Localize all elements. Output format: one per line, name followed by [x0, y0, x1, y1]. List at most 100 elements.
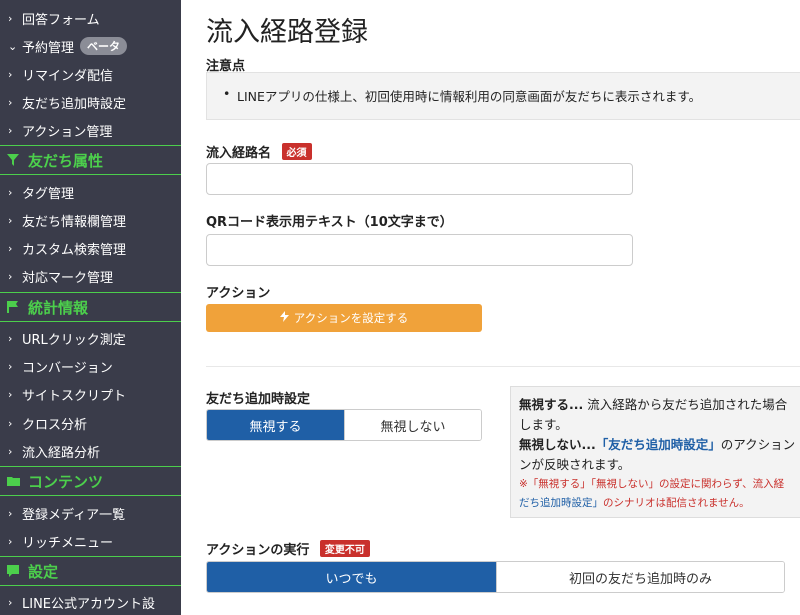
chat-icon: [6, 564, 28, 578]
chevron-right-icon: ›: [8, 534, 13, 548]
sidebar-item-friend-info-fields[interactable]: › 友だち情報欄管理: [0, 206, 181, 234]
first-add-only-option[interactable]: 初回の友だち追加時のみ: [496, 562, 784, 592]
chevron-right-icon: ›: [8, 11, 13, 25]
friend-add-settings-link[interactable]: 「友だち追加時設定」: [596, 437, 721, 452]
chevron-right-icon: ›: [8, 269, 13, 283]
info-note-2: のシナリオは配信されません。: [603, 497, 750, 509]
route-name-input[interactable]: [206, 163, 633, 195]
chevron-right-icon: ›: [8, 416, 13, 430]
sidebar-item-rich-menu[interactable]: › リッチメニュー: [0, 527, 181, 555]
sidebar-item-reminder[interactable]: › リマインダ配信: [0, 60, 181, 88]
beta-badge: ベータ: [80, 37, 128, 55]
flag-icon: [6, 300, 28, 314]
info-box: 無視する... 流入経路から友だち追加された場合 します。 無視しない...「友…: [510, 386, 800, 518]
chevron-right-icon: ›: [8, 444, 13, 458]
sidebar-section-label: コンテンツ: [28, 472, 104, 491]
info-note: ※「無視する」「無視しない」の設定に関わらず、流入経: [519, 478, 785, 490]
sidebar-item-label: 予約管理: [22, 40, 75, 56]
dont-ignore-option[interactable]: 無視しない: [344, 410, 481, 440]
chevron-right-icon: ›: [8, 95, 13, 109]
set-action-button-label: アクションを設定する: [293, 311, 409, 325]
sidebar-item-cross-analysis[interactable]: › クロス分析: [0, 409, 181, 437]
sidebar-item-label: アクション管理: [22, 124, 113, 140]
divider: [206, 366, 800, 367]
info-dont-ignore-title: 無視しない...: [519, 437, 596, 452]
sidebar-item-label: 回答フォーム: [22, 12, 100, 28]
sidebar-item-label: LINE公式アカウント設: [22, 596, 156, 612]
sidebar-item-line-account-settings[interactable]: › LINE公式アカウント設: [0, 588, 181, 615]
info-dont-ignore-text-2: ンが反映されます。: [519, 457, 631, 472]
sidebar: › 回答フォーム ⌄ 予約管理 ベータ › リマインダ配信 › 友だち追加時設定…: [0, 0, 181, 615]
sidebar-item-label: サイトスクリプト: [22, 388, 127, 404]
qr-text-label: QRコード表示用テキスト（10文字まで）: [206, 215, 453, 230]
sidebar-item-media-list[interactable]: › 登録メディア一覧: [0, 499, 181, 527]
sidebar-item-label: 流入経路分析: [22, 445, 101, 461]
sidebar-section-settings[interactable]: 設定: [0, 556, 181, 586]
sidebar-item-label: 登録メディア一覧: [22, 507, 126, 523]
required-badge: 必須: [281, 143, 312, 160]
sidebar-item-reservation[interactable]: ⌄ 予約管理 ベータ: [0, 32, 181, 60]
chevron-right-icon: ›: [8, 387, 13, 401]
folder-icon: [6, 474, 28, 488]
sidebar-item-friend-add-settings[interactable]: › 友だち追加時設定: [0, 88, 181, 116]
sidebar-section-friend-attributes[interactable]: 友だち属性: [0, 145, 181, 175]
friend-add-toggle: 無視する 無視しない: [206, 409, 482, 441]
sidebar-item-label: カスタム検索管理: [22, 242, 127, 258]
sidebar-item-route-analysis[interactable]: › 流入経路分析: [0, 437, 181, 465]
action-label: アクション: [206, 286, 271, 301]
chevron-right-icon: ›: [8, 213, 13, 227]
sidebar-item-response-marks[interactable]: › 対応マーク管理: [0, 262, 181, 290]
set-action-button[interactable]: アクションを設定する: [206, 304, 482, 332]
sidebar-item-label: URLクリック測定: [22, 332, 126, 348]
route-name-label-text: 流入経路名: [206, 146, 272, 161]
chevron-right-icon: ›: [8, 595, 13, 609]
route-name-label: 流入経路名 必須: [206, 142, 312, 161]
sidebar-item-conversion[interactable]: › コンバージョン: [0, 352, 181, 380]
sidebar-section-contents[interactable]: コンテンツ: [0, 466, 181, 496]
chevron-right-icon: ›: [8, 67, 13, 81]
page-title: 流入経路登録: [206, 17, 368, 48]
sidebar-item-site-script[interactable]: › サイトスクリプト: [0, 380, 181, 408]
sidebar-item-label: 対応マーク管理: [22, 270, 114, 286]
sidebar-item-answer-form[interactable]: › 回答フォーム: [0, 4, 181, 32]
filter-icon: [6, 153, 28, 167]
sidebar-section-statistics[interactable]: 統計情報: [0, 292, 181, 322]
sidebar-item-label: タグ管理: [22, 186, 75, 202]
qr-text-input[interactable]: [206, 234, 633, 266]
sidebar-item-label: リッチメニュー: [22, 535, 114, 551]
sidebar-section-label: 統計情報: [28, 298, 89, 317]
unchangeable-badge: 変更不可: [319, 540, 370, 557]
main-content: 流入経路登録 注意点 LINEアプリの仕様上、初回使用時に情報利用の同意画面が友…: [181, 0, 800, 615]
chevron-right-icon: ›: [8, 506, 13, 520]
action-exec-toggle: いつでも 初回の友だち追加時のみ: [206, 561, 785, 593]
info-note-link[interactable]: だち追加時設定」: [519, 497, 603, 509]
sidebar-item-action-management[interactable]: › アクション管理: [0, 116, 181, 144]
sidebar-item-label: コンバージョン: [22, 360, 113, 376]
sidebar-item-label: 友だち追加時設定: [22, 96, 127, 112]
info-ignore-text-2: します。: [519, 417, 568, 432]
ignore-option[interactable]: 無視する: [207, 410, 344, 440]
sidebar-item-label: リマインダ配信: [22, 68, 114, 84]
notice-box: LINEアプリの仕様上、初回使用時に情報利用の同意画面が友だちに表示されます。: [206, 72, 800, 120]
sidebar-item-label: クロス分析: [22, 417, 88, 433]
action-exec-label: アクションの実行 変更不可: [206, 539, 370, 558]
sidebar-item-custom-search[interactable]: › カスタム検索管理: [0, 234, 181, 262]
sidebar-item-tag-management[interactable]: › タグ管理: [0, 178, 181, 206]
action-exec-label-text: アクションの実行: [206, 543, 310, 558]
chevron-right-icon: ›: [8, 359, 13, 373]
chevron-right-icon: ›: [8, 185, 13, 199]
sidebar-section-label: 友だち属性: [28, 151, 104, 170]
chevron-down-icon: ⌄: [8, 39, 18, 53]
anytime-option[interactable]: いつでも: [207, 562, 496, 592]
info-dont-ignore-text: のアクション: [720, 437, 796, 452]
chevron-right-icon: ›: [8, 123, 13, 137]
bolt-icon: [279, 311, 289, 325]
sidebar-item-url-click[interactable]: › URLクリック測定: [0, 324, 181, 352]
friend-add-setting-label: 友だち追加時設定: [206, 392, 311, 407]
sidebar-item-label: 友だち情報欄管理: [22, 214, 127, 230]
info-ignore-title: 無視する...: [519, 397, 584, 412]
chevron-right-icon: ›: [8, 241, 13, 255]
chevron-right-icon: ›: [8, 331, 13, 345]
info-ignore-text: 流入経路から友だち追加された場合: [583, 397, 788, 412]
sidebar-section-label: 設定: [28, 562, 59, 581]
